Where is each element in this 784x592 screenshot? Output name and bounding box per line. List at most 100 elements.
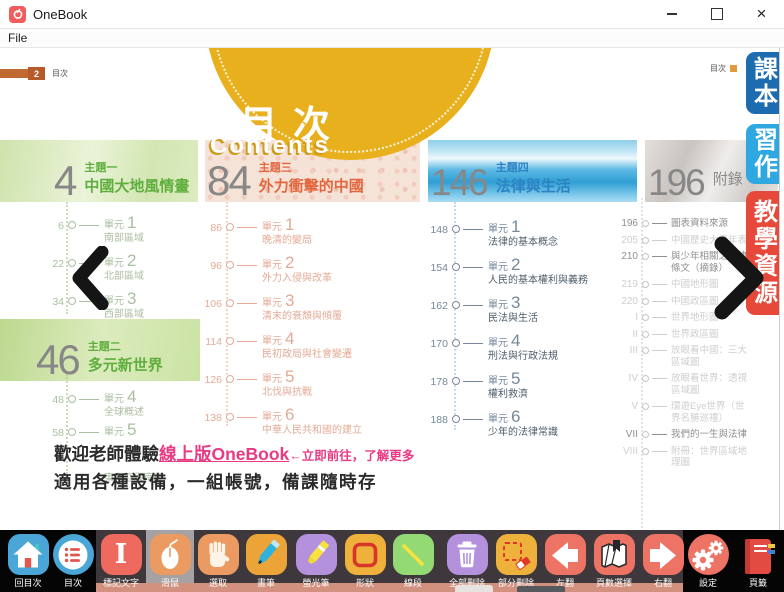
unit-title: 北伐與抗戰: [262, 387, 312, 399]
appendix-title: 世界政區圖: [671, 329, 751, 341]
appendix-connector: [652, 256, 667, 257]
toc-unit-entry[interactable]: 170 單元4 刑法與行政法規: [424, 336, 588, 374]
window-title: OneBook: [33, 7, 87, 22]
appendix-connector: [652, 350, 667, 351]
close-button[interactable]: ×: [739, 0, 784, 28]
page-popup-peek: [517, 586, 565, 592]
tool-back-to-toc[interactable]: 回目次: [4, 534, 52, 589]
toc-unit-entry[interactable]: 126 單元5 北伐與抗戰: [198, 372, 362, 410]
unit-label: 單元4: [104, 390, 144, 407]
next-page-arrow[interactable]: [714, 236, 766, 325]
menubar: File: [0, 28, 784, 48]
theme-kicker: 主題二: [88, 338, 163, 354]
unit-label: 單元1: [104, 216, 144, 233]
toc-unit-entry[interactable]: 188 單元6 少年的法律常識: [424, 412, 588, 450]
page-picker-icon: [594, 534, 635, 575]
menu-file[interactable]: File: [0, 31, 35, 45]
toc-unit-entry[interactable]: 162 單元3 民法與生活: [424, 298, 588, 336]
unit-title: 民初政局與社會變遷: [262, 349, 352, 361]
appendix-entry[interactable]: VIII 附冊：世界區域地理圖: [610, 446, 751, 469]
tool-shape[interactable]: 形狀: [341, 534, 389, 589]
appendix-entry[interactable]: II 世界政區圖: [610, 329, 751, 341]
toc-unit-entry[interactable]: 86 單元1 晚清的變局: [198, 220, 362, 258]
tool-page-picker[interactable]: 頁數選擇: [590, 534, 638, 589]
tool-mouse[interactable]: 滑鼠: [146, 534, 194, 589]
appendix-entry[interactable]: 196 圖表資料來源: [610, 218, 751, 230]
maximize-button[interactable]: [694, 0, 739, 28]
corner-label: 目次: [52, 68, 68, 79]
unit-connector: [79, 225, 99, 226]
minimize-button[interactable]: [649, 0, 694, 28]
unit-title: 中華人民共和國的建立: [262, 425, 362, 437]
tool-pen[interactable]: 畫筆: [242, 534, 290, 589]
tool-line-segment[interactable]: 線段: [389, 534, 437, 589]
toc-unit-entry[interactable]: 114 單元4 民初政局與社會變遷: [198, 334, 362, 372]
shape-icon: [345, 534, 386, 575]
appendix-title: 附冊：世界區域地理圖: [671, 446, 751, 469]
pen-icon: [246, 534, 287, 575]
promo-link[interactable]: 線上版OneBook: [159, 444, 289, 464]
toc-unit-entry[interactable]: 148 單元1 法律的基本概念: [424, 222, 588, 260]
tab-workbook[interactable]: 習作: [746, 124, 780, 184]
theme-page-number: 84: [207, 164, 250, 198]
tool-text-mark[interactable]: I 標記文字: [97, 534, 145, 589]
appendix-marker-circle: [642, 331, 649, 338]
tool-page-tabs[interactable]: 頁籤: [734, 534, 782, 589]
appendix-page-number: 219: [610, 279, 638, 290]
toc-unit-entry[interactable]: 178 單元5 權利救濟: [424, 374, 588, 412]
appendix-page-number: 196: [610, 218, 638, 229]
unit-connector: [463, 419, 483, 420]
promo-suffix: ←立即前往，了解更多: [289, 449, 414, 463]
unit-page-number: 162: [424, 300, 448, 312]
unit-page-number: 148: [424, 224, 448, 236]
appendix-title: 放眼看中國：三大區域圖: [671, 345, 751, 368]
appendix-entry[interactable]: IV 放眼看世界：透視區域圖: [610, 373, 751, 396]
appendix-connector: [652, 378, 667, 379]
unit-title: 刑法與行政法規: [488, 351, 558, 363]
corner-bar: [0, 69, 28, 78]
unit-title: 全球概述: [104, 407, 144, 419]
appendix-page-number: 210: [610, 251, 638, 262]
window-controls: ×: [649, 0, 784, 28]
tool-flip-left[interactable]: 左翻: [541, 534, 589, 589]
trash-icon: [447, 534, 488, 575]
unit-connector: [237, 341, 257, 342]
tool-settings[interactable]: 設定: [684, 534, 732, 589]
toc-unit-entry[interactable]: 48 單元4 全球概述: [40, 392, 164, 425]
unit-marker-circle: [68, 428, 76, 436]
unit-page-number: 96: [198, 260, 222, 272]
unit-marker-circle: [226, 375, 234, 383]
appendix-entry[interactable]: V 環遊Eye世界（世界名勝巡禮）: [610, 401, 751, 424]
unit-title: 少年的法律常識: [488, 427, 558, 439]
tool-toc[interactable]: 目次: [49, 534, 97, 589]
unit-connector: [237, 417, 257, 418]
tool-select[interactable]: 選取: [194, 534, 242, 589]
tool-delete-partial[interactable]: 部分刪除: [492, 534, 540, 589]
previous-page-arrow[interactable]: [70, 246, 110, 315]
tab-textbook[interactable]: 課本: [746, 52, 780, 114]
toc-unit-entry[interactable]: 106 單元3 清末的衰頹與傾覆: [198, 296, 362, 334]
toc-icon: [53, 534, 94, 575]
tool-flip-right[interactable]: 右翻: [639, 534, 687, 589]
appendix-page-number: I: [610, 312, 638, 323]
appendix-marker-circle: [642, 347, 649, 354]
toc-unit-entry[interactable]: 154 單元2 人民的基本權利與義務: [424, 260, 588, 298]
corner-box: [730, 65, 737, 72]
corner-page-number: 2: [28, 67, 45, 80]
unit-marker-circle: [226, 413, 234, 421]
toc-unit-entry[interactable]: 96 單元2 外力入侵與改革: [198, 258, 362, 296]
unit-label: 單元1: [488, 220, 558, 237]
tool-delete-all[interactable]: 全部刪除: [443, 534, 491, 589]
appendix-entry[interactable]: III 放眼看中國：三大區域圖: [610, 345, 751, 368]
appendix-entry[interactable]: VII 我們的一生與法律: [610, 429, 751, 441]
unit-label: 單元3: [104, 292, 144, 309]
appendix-title: 放眼看世界：透視區域圖: [671, 373, 751, 396]
appendix-marker-circle: [642, 237, 649, 244]
unit-marker-circle: [452, 377, 460, 385]
unit-page-number: 138: [198, 412, 222, 424]
unit-marker-circle: [452, 263, 460, 271]
arrow-left-icon: [545, 534, 586, 575]
tool-highlighter[interactable]: 螢光筆: [292, 534, 340, 589]
unit-page-number: 114: [198, 336, 222, 348]
unit-marker-circle: [226, 299, 234, 307]
